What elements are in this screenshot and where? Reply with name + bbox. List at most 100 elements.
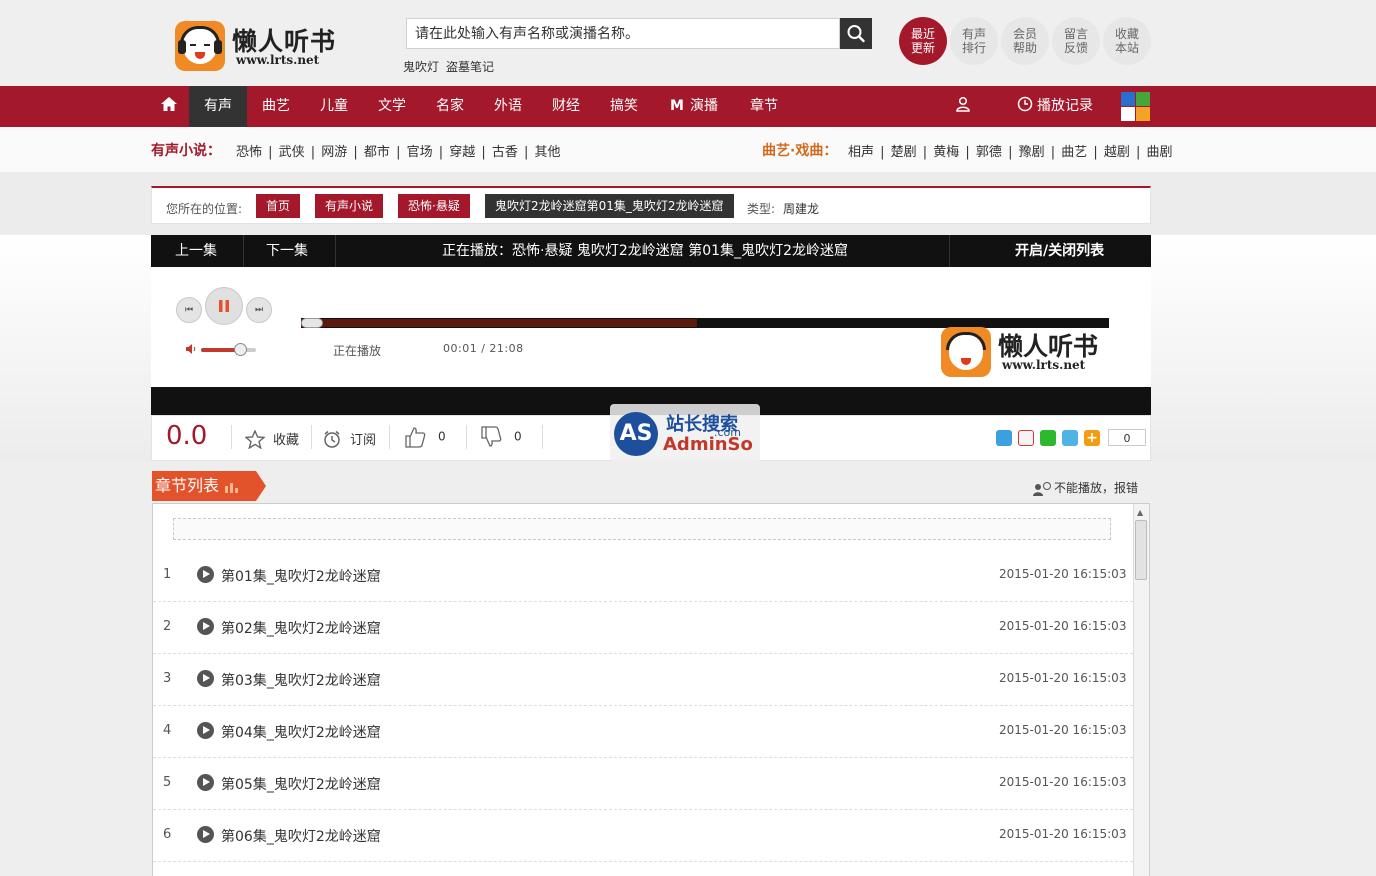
nav-item-finance[interactable]: 财经: [540, 86, 592, 127]
breadcrumb-label: 您所在的位置:: [166, 202, 243, 216]
scroll-up-arrow[interactable]: ▲: [1137, 508, 1143, 517]
theme-swatch-green[interactable]: [1136, 92, 1150, 106]
player-status: 正在播放: [333, 344, 382, 358]
home-nav[interactable]: [151, 86, 187, 127]
more-share-icon[interactable]: +: [1084, 430, 1100, 446]
logo-eye-left: [190, 44, 196, 46]
pause-button[interactable]: [205, 287, 243, 325]
nav-item-chapters[interactable]: 章节: [738, 86, 790, 127]
shortcut-label: 本站: [1114, 41, 1139, 55]
ranking-button[interactable]: 有声 排行: [950, 17, 998, 65]
play-icon[interactable]: [197, 826, 214, 843]
nav-item-masters[interactable]: 名家: [424, 86, 476, 127]
nav-item-audio[interactable]: 有声: [189, 86, 247, 127]
headphone-left: [178, 40, 186, 54]
user-button[interactable]: [948, 86, 978, 127]
bookmark-site-button[interactable]: 收藏 本站: [1103, 17, 1151, 65]
theme-swatch-blue[interactable]: [1121, 92, 1135, 106]
progress-knob[interactable]: [301, 318, 323, 328]
bar-chart-icon: [225, 482, 239, 493]
dislike-button[interactable]: 0: [480, 425, 522, 449]
nav-item-literature[interactable]: 文学: [366, 86, 418, 127]
chapter-date: 2015-01-20 16:15:03: [999, 619, 1127, 633]
like-count: 0: [438, 429, 446, 444]
play-icon[interactable]: [197, 722, 214, 739]
weibo-share-icon[interactable]: [1018, 430, 1034, 446]
nav-item-anchors[interactable]: M 演播: [660, 86, 728, 127]
player-time: 00:01 / 21:08: [443, 342, 524, 355]
nav-item-quyi[interactable]: 曲艺: [250, 86, 302, 127]
dislike-count: 0: [514, 429, 522, 444]
wechat-share-icon[interactable]: [1040, 430, 1056, 446]
hot-search-1[interactable]: 鬼吹灯: [403, 58, 439, 75]
shortcut-label: 有声: [961, 27, 986, 41]
chapter-title[interactable]: 第02集_鬼吹灯2龙岭迷窟: [221, 618, 381, 638]
recent-updates-button[interactable]: 最近 更新: [899, 17, 947, 65]
divider: [243, 235, 244, 267]
thumbs-up-icon: [405, 427, 426, 448]
type-label: 类型:: [747, 202, 776, 216]
theme-swatch-white[interactable]: [1121, 107, 1135, 121]
tencent-weibo-share-icon[interactable]: [1062, 430, 1078, 446]
forward-button[interactable]: ⏭: [246, 297, 272, 323]
forward-icon: ⏭: [254, 305, 264, 315]
report-label: 不能播放，报错: [1054, 481, 1139, 495]
scrollbar-thumb[interactable]: [1135, 520, 1147, 580]
like-button[interactable]: 0: [404, 425, 446, 449]
volume-icon[interactable]: [185, 343, 197, 359]
list-placeholder: [173, 518, 1111, 540]
clock-icon: [1017, 96, 1033, 112]
chapter-title[interactable]: 第03集_鬼吹灯2龙岭迷窟: [221, 670, 381, 690]
row-number: 5: [163, 775, 172, 790]
feedback-button[interactable]: 留言 反馈: [1052, 17, 1100, 65]
opera-category-label[interactable]: 曲艺·戏曲：: [762, 140, 837, 160]
chapter-date: 2015-01-20 16:15:03: [999, 671, 1127, 685]
chapter-date: 2015-01-20 16:15:03: [999, 775, 1127, 789]
rating-score: 0.0: [166, 421, 208, 451]
search-button[interactable]: [840, 18, 872, 49]
member-help-button[interactable]: 会员 帮助: [1001, 17, 1049, 65]
shortcut-label: 反馈: [1063, 41, 1088, 55]
history-label: 播放记录: [1037, 98, 1093, 114]
play-icon[interactable]: [197, 618, 214, 635]
user-icon: [956, 96, 970, 112]
type-value[interactable]: 周建龙: [783, 200, 819, 217]
novel-category-label[interactable]: 有声小说：: [151, 140, 221, 160]
play-icon[interactable]: [197, 774, 214, 791]
search-input[interactable]: [406, 18, 840, 49]
volume-knob[interactable]: [234, 343, 247, 356]
chapter-title[interactable]: 第06集_鬼吹灯2龙岭迷窟: [221, 826, 381, 846]
rewind-button[interactable]: ⏮: [176, 297, 202, 323]
prev-episode-button[interactable]: 上一集: [175, 235, 217, 267]
chapter-title[interactable]: 第01集_鬼吹灯2龙岭迷窟: [221, 566, 381, 586]
toggle-list-button[interactable]: 开启/关闭列表: [1015, 235, 1104, 267]
nav-item-comedy[interactable]: 搞笑: [598, 86, 650, 127]
breadcrumb-home[interactable]: 首页: [256, 194, 301, 218]
nav-item-children[interactable]: 儿童: [308, 86, 360, 127]
play-history-button[interactable]: 播放记录: [1010, 86, 1100, 127]
report-error-link[interactable]: 不能播放，报错: [1032, 479, 1138, 496]
breadcrumb-horror[interactable]: 恐怖·悬疑: [398, 194, 470, 218]
play-icon[interactable]: [197, 670, 214, 687]
novel-category-links[interactable]: 恐怖 | 武侠 | 网游 | 都市 | 官场 | 穿越 | 古香 | 其他: [236, 141, 561, 160]
chapter-title[interactable]: 第04集_鬼吹灯2龙岭迷窟: [221, 722, 381, 742]
divider: [311, 425, 312, 449]
next-episode-button[interactable]: 下一集: [266, 235, 308, 267]
breadcrumb-novels[interactable]: 有声小说: [315, 194, 384, 218]
qzone-share-icon[interactable]: [996, 430, 1012, 446]
chapter-list-tab[interactable]: 章节列表: [152, 471, 256, 501]
theme-swatch-orange[interactable]: [1136, 107, 1150, 121]
subscribe-button[interactable]: 订阅: [322, 429, 376, 449]
chapter-title[interactable]: 第05集_鬼吹灯2龙岭迷窟: [221, 774, 381, 794]
opera-category-links[interactable]: 相声 | 楚剧 | 黄梅 | 郭德 | 豫剧 | 曲艺 | 越剧 | 曲剧: [848, 141, 1173, 160]
star-icon: [244, 428, 266, 450]
logo-eye-right: [204, 44, 210, 46]
breadcrumb-current: 鬼吹灯2龙岭迷窟第01集_鬼吹灯2龙岭迷窟: [485, 194, 734, 218]
nav-item-foreign[interactable]: 外语: [482, 86, 534, 127]
favorite-button[interactable]: 收藏: [244, 428, 299, 450]
theme-switcher[interactable]: [1121, 92, 1150, 121]
chapter-date: 2015-01-20 16:15:03: [999, 827, 1127, 841]
play-icon[interactable]: [197, 566, 214, 583]
hot-search-2[interactable]: 盗墓笔记: [446, 58, 494, 75]
shortcut-label: 留言: [1063, 27, 1088, 41]
